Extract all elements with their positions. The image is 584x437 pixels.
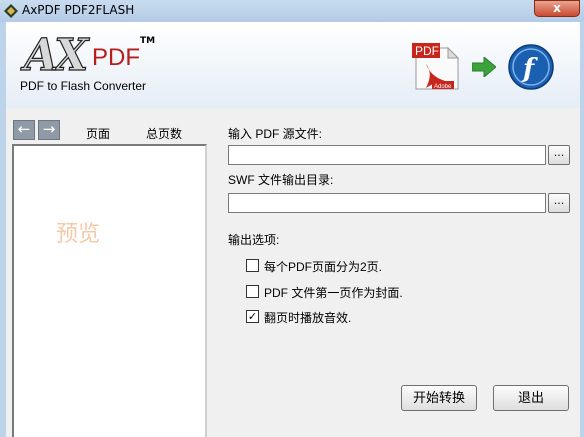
preview-pane xyxy=(12,144,207,437)
exit-button[interactable]: 退出 xyxy=(493,385,569,411)
close-icon: x xyxy=(553,1,561,15)
arrow-right-icon xyxy=(472,57,496,77)
start-convert-button[interactable]: 开始转换 xyxy=(401,385,477,411)
input-pdf-field[interactable] xyxy=(228,145,546,165)
app-icon xyxy=(4,4,18,18)
brand-ax-logo: AX xyxy=(23,29,89,81)
brand-pdf-text: PDF xyxy=(92,44,140,71)
brand-trademark: TM xyxy=(140,36,156,46)
option-first-page-cover-checkbox[interactable] xyxy=(246,285,259,298)
input-pdf-label: 输入 PDF 源文件: xyxy=(228,127,323,141)
output-dir-browse-button[interactable]: ... xyxy=(548,193,570,213)
input-pdf-browse-button[interactable]: ... xyxy=(548,145,570,165)
brand-subtitle: PDF to Flash Converter xyxy=(20,79,147,93)
option-flip-sound-checkbox[interactable]: ✓ xyxy=(246,310,259,323)
flash-icon: f xyxy=(508,44,554,90)
previous-page-button[interactable]: ← xyxy=(13,120,35,140)
next-page-button[interactable]: → xyxy=(38,120,60,140)
preview-watermark: 预览 xyxy=(56,222,101,247)
close-button[interactable]: x xyxy=(534,0,580,17)
output-options-label: 输出选项: xyxy=(228,233,280,247)
option-split-pages-label: 每个PDF页面分为2页. xyxy=(264,260,383,274)
pdf-badge-text: PDF xyxy=(415,44,439,58)
output-dir-field[interactable] xyxy=(228,193,546,213)
output-dir-label: SWF 文件输出目录: xyxy=(228,173,334,187)
column-page: 页面 xyxy=(86,127,111,141)
pdf-document-icon: PDF Adobe xyxy=(412,43,460,90)
option-split-pages-checkbox[interactable] xyxy=(246,259,259,272)
arrow-right-icon: → xyxy=(42,120,56,138)
checkmark-icon: ✓ xyxy=(247,310,258,323)
option-first-page-cover-label: PDF 文件第一页作为封面. xyxy=(264,286,403,300)
arrow-left-icon: ← xyxy=(17,120,31,138)
option-flip-sound-label: 翻页时播放音效. xyxy=(264,311,352,325)
window-title: AxPDF PDF2FLASH xyxy=(22,3,135,17)
adobe-badge-text: Adobe xyxy=(434,84,452,90)
column-total-pages: 总页数 xyxy=(146,127,183,141)
